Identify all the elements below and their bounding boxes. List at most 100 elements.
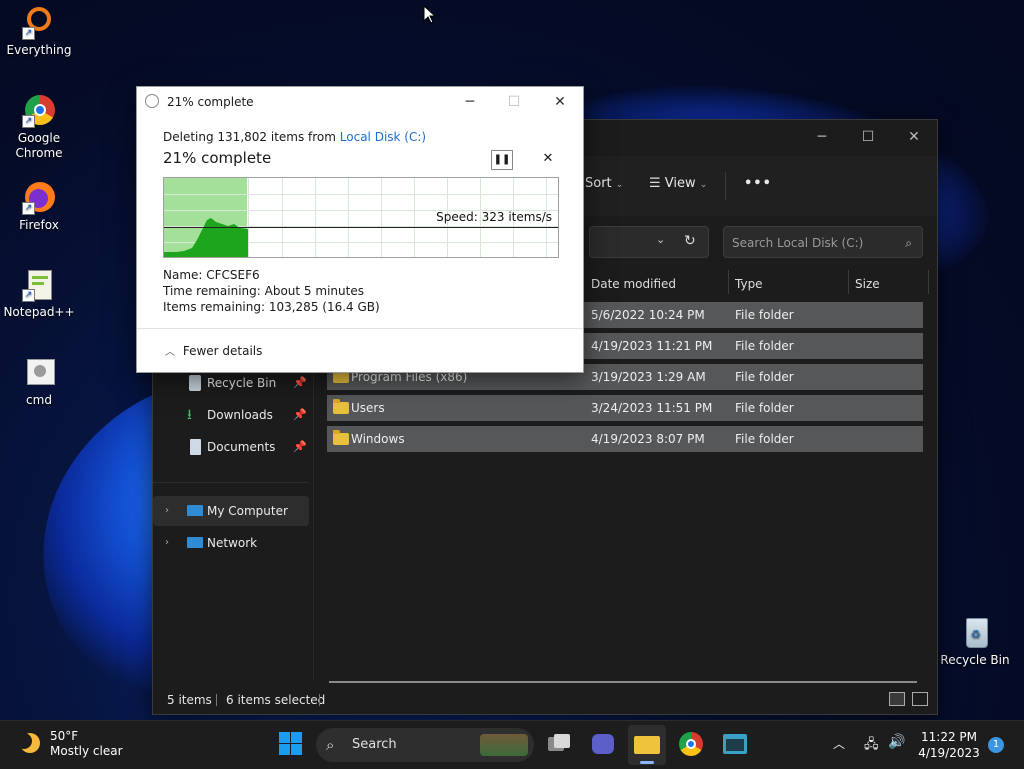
- status-divider: [319, 694, 320, 706]
- system-clock[interactable]: 11:22 PM 4/19/2023: [912, 729, 986, 761]
- column-header-type[interactable]: Type: [735, 270, 763, 298]
- horizontal-scrollbar[interactable]: [329, 681, 917, 683]
- fewer-details-button[interactable]: ︿ Fewer details: [165, 343, 262, 358]
- task-view-icon[interactable]: [546, 731, 572, 757]
- desktop-icon-label: cmd: [26, 393, 52, 407]
- cmd-icon: [22, 356, 56, 390]
- weather-icon[interactable]: [16, 731, 42, 757]
- start-icon[interactable]: [278, 731, 304, 757]
- toolbar-divider: [725, 172, 726, 200]
- location-link[interactable]: Local Disk (C:): [340, 130, 426, 144]
- item-name: Name: CFCSEF6: [163, 268, 260, 282]
- nav-item-label: Network: [207, 536, 258, 550]
- nav-item-label: Downloads: [207, 408, 273, 422]
- network-status-icon[interactable]: 🖧: [864, 735, 879, 757]
- nav-item-my-computer[interactable]: › My Computer: [153, 496, 309, 526]
- date-cell: 3/19/2023 1:29 AM: [591, 370, 706, 384]
- progress-heading: 21% complete: [163, 149, 272, 167]
- progress-graph: Speed: 323 items/s: [163, 177, 559, 258]
- weather-temp: 50°F: [50, 729, 79, 743]
- active-indicator: [640, 761, 654, 764]
- address-history-chevron-icon[interactable]: ⌄: [656, 233, 665, 246]
- name-cell: Windows: [351, 432, 405, 446]
- pin-icon[interactable]: 📌: [293, 400, 307, 430]
- pause-button[interactable]: ❚❚: [491, 150, 513, 170]
- column-divider[interactable]: [848, 270, 849, 294]
- fewer-details-label: Fewer details: [182, 344, 263, 358]
- search-icon: ⌕: [326, 736, 335, 754]
- column-header-date-modified[interactable]: Date modified: [591, 270, 676, 298]
- grid-line: [414, 178, 415, 257]
- document-icon: [190, 439, 201, 455]
- sort-label: Sort: [585, 176, 612, 191]
- date-cell: 4/19/2023 11:21 PM: [591, 339, 713, 353]
- notification-badge[interactable]: 1: [988, 737, 1004, 753]
- dialog-titlebar: 21% complete ─ ☐ ✕: [137, 87, 583, 117]
- desktop-icon-recycle-bin[interactable]: ♻ Recycle Bin: [937, 616, 1013, 668]
- chevron-up-icon: ︿: [165, 347, 175, 358]
- network-icon: [187, 537, 203, 548]
- nav-item-documents[interactable]: Documents 📌: [153, 432, 309, 462]
- column-header-size[interactable]: Size: [855, 270, 880, 298]
- deleting-summary: Deleting 131,802 items from Local Disk (…: [163, 130, 426, 144]
- close-button[interactable]: ✕: [891, 120, 937, 154]
- desktop-icon-notepad-plus-plus[interactable]: ↗ Notepad++: [1, 268, 77, 320]
- table-row[interactable]: Windows 4/19/2023 8:07 PM File folder: [327, 426, 923, 452]
- taskbar-search[interactable]: ⌕ Search: [316, 728, 534, 762]
- type-cell: File folder: [735, 401, 794, 415]
- minimize-button[interactable]: ─: [799, 120, 845, 154]
- table-row[interactable]: Users 3/24/2023 11:51 PM File folder: [327, 395, 923, 421]
- chevron-right-icon[interactable]: ›: [165, 496, 169, 526]
- status-divider: [216, 694, 217, 706]
- taskbar: 50°F Mostly clear ⌕ Search ︿ 🖧 🔊 11:22 P…: [0, 720, 1024, 769]
- desktop-icon-cmd[interactable]: cmd: [1, 356, 77, 408]
- grid-line: [348, 178, 349, 257]
- details-view-icon[interactable]: [889, 692, 905, 706]
- folder-icon: [333, 399, 349, 414]
- status-bar: 5 items 6 items selected: [153, 686, 937, 714]
- refresh-icon[interactable]: ↻: [684, 233, 696, 249]
- file-explorer-taskbar-button[interactable]: [628, 725, 666, 765]
- desktop-icon-google-chrome[interactable]: ↗ Google Chrome: [1, 94, 77, 161]
- search-highlight-icon: [480, 734, 528, 756]
- nav-item-downloads[interactable]: ⭳ Downloads 📌: [153, 400, 309, 430]
- desktop-icon-everything[interactable]: ↗ Everything: [1, 6, 77, 58]
- maximize-button[interactable]: ☐: [845, 120, 891, 154]
- tiles-view-icon[interactable]: [912, 692, 928, 706]
- grid-line: [315, 178, 316, 257]
- date-cell: 5/6/2022 10:24 PM: [591, 308, 705, 322]
- volume-icon[interactable]: 🔊: [888, 734, 905, 750]
- desktop-icon-label: Firefox: [19, 218, 59, 232]
- delete-progress-dialog: 21% complete ─ ☐ ✕ Deleting 131,802 item…: [136, 86, 584, 373]
- weather-widget[interactable]: 50°F Mostly clear: [50, 729, 123, 759]
- terminal-taskbar-icon[interactable]: [722, 731, 748, 757]
- view-icon: ☰: [649, 176, 661, 191]
- column-divider[interactable]: [928, 270, 929, 294]
- chevron-right-icon[interactable]: ›: [165, 528, 169, 558]
- recycle-bin-icon: ♻: [958, 616, 992, 650]
- column-divider[interactable]: [728, 270, 729, 294]
- nav-item-network[interactable]: › Network: [153, 528, 309, 558]
- sort-button[interactable]: Sort ⌄: [585, 176, 623, 191]
- cancel-button[interactable]: ✕: [539, 149, 557, 169]
- speed-history-area: [164, 218, 248, 257]
- pin-icon[interactable]: 📌: [293, 432, 307, 462]
- desktop-icon-firefox[interactable]: ↗ Firefox: [1, 181, 77, 233]
- dialog-minimize-button[interactable]: ─: [447, 87, 493, 117]
- meet-icon[interactable]: [590, 731, 616, 757]
- search-input[interactable]: Search Local Disk (C:) ⌕: [723, 226, 923, 258]
- chevron-up-icon[interactable]: ︿: [833, 735, 845, 752]
- dialog-close-button[interactable]: ✕: [537, 87, 583, 117]
- date-cell: 4/19/2023 8:07 PM: [591, 432, 705, 446]
- desktop-icon-label: Notepad++: [3, 305, 75, 319]
- recycle-bin-icon: [189, 375, 201, 391]
- dialog-title: 21% complete: [167, 95, 254, 109]
- view-button[interactable]: ☰ View ⌄: [649, 176, 707, 191]
- address-bar[interactable]: ⌄ ↻: [589, 226, 709, 258]
- more-options-button[interactable]: •••: [744, 176, 772, 191]
- chrome-taskbar-icon[interactable]: [678, 731, 704, 757]
- folder-icon: [333, 430, 349, 445]
- grid-line: [381, 178, 382, 257]
- download-icon: ⭳: [187, 407, 192, 423]
- chevron-down-icon: ⌄: [699, 180, 708, 190]
